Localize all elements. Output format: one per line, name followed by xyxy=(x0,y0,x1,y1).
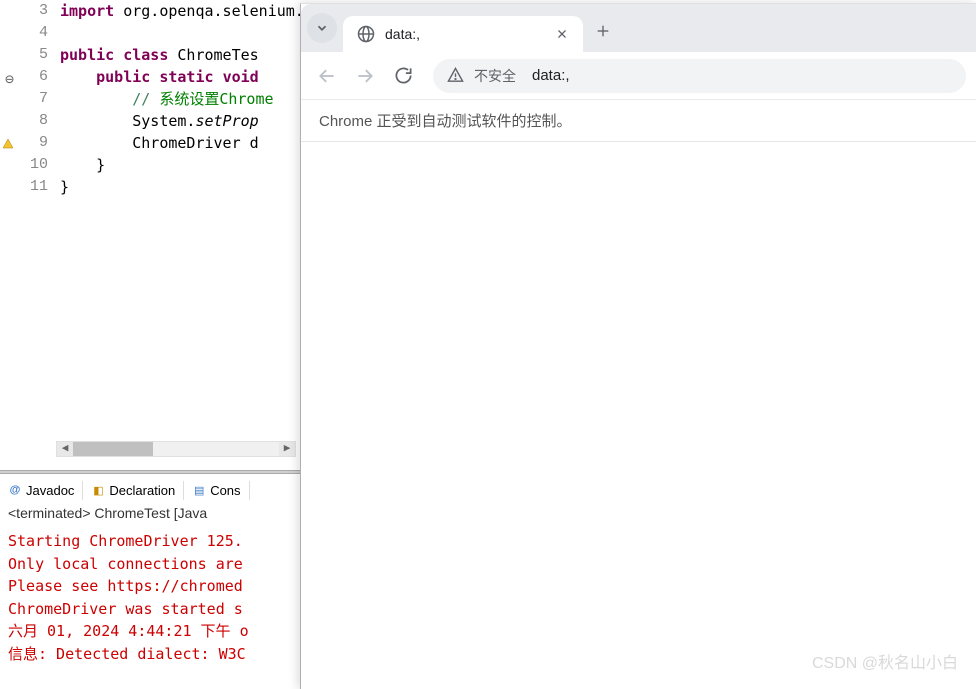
address-bar[interactable]: 不安全 data:, xyxy=(433,59,966,93)
reload-button[interactable] xyxy=(387,60,419,92)
scroll-right-arrow[interactable]: ▶ xyxy=(279,442,295,456)
line-number: 3 xyxy=(0,0,56,22)
arrow-left-icon xyxy=(317,66,337,86)
watermark: CSDN @秋名山小白 xyxy=(812,649,958,673)
reload-icon xyxy=(394,66,413,85)
console-icon: ▤ xyxy=(192,483,206,497)
plus-icon xyxy=(595,23,611,39)
line-number: 5 xyxy=(0,44,56,66)
browser-tabstrip: data:, xyxy=(301,4,976,52)
url-text: data:, xyxy=(532,67,570,84)
banner-text: Chrome 正受到自动测试软件的控制。 xyxy=(319,110,572,131)
close-tab-button[interactable] xyxy=(553,25,571,43)
horizontal-scrollbar[interactable]: ◀ ▶ xyxy=(56,441,296,457)
tab-label: Cons xyxy=(210,483,240,498)
browser-toolbar: 不安全 data:, xyxy=(301,52,976,100)
forward-button[interactable] xyxy=(349,60,381,92)
line-number: 10 xyxy=(0,154,56,176)
line-number: 6⊖ xyxy=(0,66,56,88)
line-number: 9 xyxy=(0,132,56,154)
tab-console[interactable]: ▤ Cons xyxy=(184,481,249,500)
back-button[interactable] xyxy=(311,60,343,92)
chrome-window: data:, 不安全 data:, Chrome 正受到自动测试软件的控制。 xyxy=(300,3,976,689)
automation-banner: Chrome 正受到自动测试软件的控制。 xyxy=(301,100,976,142)
gutter: 3456⊖7891011 xyxy=(0,0,56,463)
scroll-thumb[interactable] xyxy=(73,442,153,456)
tab-search-button[interactable] xyxy=(307,13,337,43)
new-tab-button[interactable] xyxy=(589,17,617,45)
globe-icon xyxy=(357,25,375,43)
arrow-right-icon xyxy=(355,66,375,86)
console-status: <terminated> ChromeTest [Java xyxy=(8,505,207,521)
browser-tab[interactable]: data:, xyxy=(343,16,583,52)
at-icon: @ xyxy=(8,483,22,497)
warning-marker-icon xyxy=(2,136,14,148)
tab-declaration[interactable]: ◧ Declaration xyxy=(83,481,184,500)
scroll-left-arrow[interactable]: ◀ xyxy=(57,442,73,456)
fold-minus-icon[interactable]: ⊖ xyxy=(2,70,14,82)
close-icon xyxy=(556,28,568,40)
tab-label: Declaration xyxy=(109,483,175,498)
line-number: 8 xyxy=(0,110,56,132)
tab-javadoc[interactable]: @ Javadoc xyxy=(0,481,83,500)
declaration-icon: ◧ xyxy=(91,483,105,497)
security-label: 不安全 xyxy=(474,66,516,86)
warning-icon xyxy=(447,67,464,84)
tab-title: data:, xyxy=(385,26,543,42)
line-number: 4 xyxy=(0,22,56,44)
chevron-down-icon xyxy=(315,21,329,35)
line-number: 11 xyxy=(0,176,56,198)
tab-label: Javadoc xyxy=(26,483,74,498)
line-number: 7 xyxy=(0,88,56,110)
